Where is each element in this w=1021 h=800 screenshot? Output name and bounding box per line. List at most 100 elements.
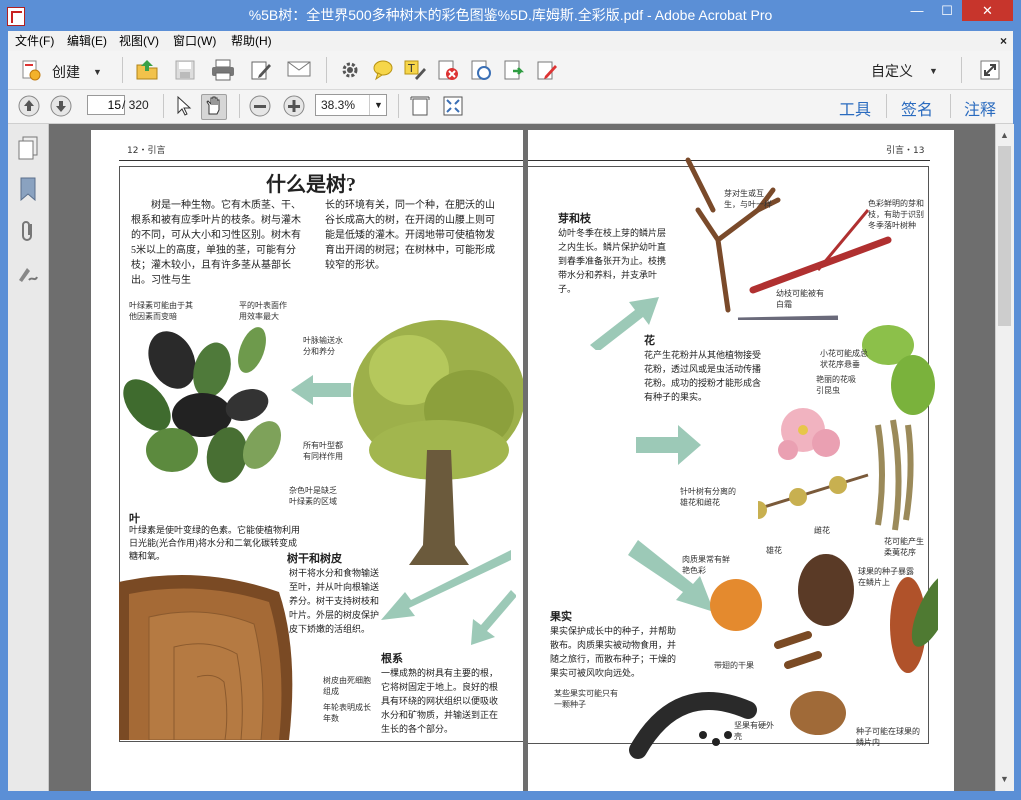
trunk-text: 树干将水分和食物输送至叶，并从叶向根输送养分。树干支持树枝和叶片。外层的树皮保护… xyxy=(289,568,380,634)
leaves-illustration xyxy=(123,327,281,483)
svg-text:T: T xyxy=(407,62,415,75)
flower-note-female: 雌花 xyxy=(814,526,830,535)
menu-window[interactable]: 窗口(W) xyxy=(173,31,216,51)
gear-icon[interactable] xyxy=(340,60,360,83)
scroll-down-icon[interactable]: ▼ xyxy=(1000,774,1009,784)
bud-note-bloom: 幼枝可能被有白霜 xyxy=(776,289,824,309)
zoom-out-icon[interactable] xyxy=(249,95,271,120)
fruit-note-cone-scales: 种子可能在球果的鳞片内 xyxy=(856,727,920,747)
expand-icon[interactable] xyxy=(980,60,1000,83)
intro-column-1: 树是一种生物。它有木质茎、干、根系和被有应季叶片的枝条。树与灌木的不同，可从大小… xyxy=(131,200,301,286)
hand-tool-icon[interactable] xyxy=(201,94,227,120)
flower-heading: 花 xyxy=(644,335,655,347)
document-close-button[interactable]: × xyxy=(1000,31,1007,51)
print-icon[interactable] xyxy=(211,59,235,84)
window-title: %5B树：全世界500多种树木的彩色图鉴%5D.库姆斯.全彩版.pdf - Ad… xyxy=(248,7,773,23)
full-screen-icon[interactable] xyxy=(442,95,464,120)
toolbar-separator xyxy=(961,57,962,83)
tools-pane-button[interactable]: 工具 xyxy=(839,96,871,120)
bark-cross-section xyxy=(119,574,293,740)
window-frame-bottom xyxy=(0,791,1021,800)
fruit-note-single-seed: 某些果实可能只有一颗种子 xyxy=(554,689,618,709)
left-page: 12・引言 什么是树? 树是一种生物。它有木质茎、干、根系和被有应季叶片的枝条。… xyxy=(91,130,525,791)
bark-note-dead-cells: 树皮由死细胞组成 xyxy=(323,676,371,696)
fruit-note-cone-seeds: 球果的种子暴露在鳞片上 xyxy=(858,567,914,587)
page-title: 什么是树? xyxy=(266,174,356,196)
create-dropdown-icon[interactable]: ▼ xyxy=(93,67,102,77)
menu-edit[interactable]: 编辑(E) xyxy=(67,31,107,51)
scrollbar-thumb[interactable] xyxy=(998,146,1011,326)
text-edit-icon[interactable]: T xyxy=(404,59,426,84)
scroll-up-icon[interactable]: ▲ xyxy=(1000,130,1009,140)
window-frame-right xyxy=(1013,31,1021,800)
navigation-toolbar: / 320 38.3% ▼ 工具 签名 注释 xyxy=(8,90,1013,124)
menu-file[interactable]: 文件(F) xyxy=(15,31,54,51)
arrow-to-leaves xyxy=(291,375,351,405)
tree-illustration xyxy=(353,320,523,565)
zoom-dropdown-icon[interactable]: ▼ xyxy=(369,95,387,115)
close-button[interactable]: ✕ xyxy=(962,0,1013,21)
attachments-icon[interactable] xyxy=(17,219,39,246)
toolbar-separator xyxy=(950,94,951,118)
maximize-button[interactable]: ☐ xyxy=(932,0,962,21)
menu-view[interactable]: 视图(V) xyxy=(119,31,159,51)
redact-icon[interactable] xyxy=(437,59,459,84)
bookmarks-icon[interactable] xyxy=(18,177,38,204)
comment-bubble-icon[interactable] xyxy=(372,59,394,84)
next-page-icon[interactable] xyxy=(50,95,72,120)
save-icon[interactable] xyxy=(174,59,196,84)
fruit-note-winged: 带翅的干果 xyxy=(714,661,754,670)
navigation-pane xyxy=(8,124,49,791)
customize-button[interactable]: 自定义 xyxy=(871,61,913,81)
fit-page-icon[interactable] xyxy=(409,95,431,120)
create-button[interactable]: 创建 xyxy=(52,62,80,82)
leaf-note-variegated: 杂色叶是缺乏叶绿素的区域 xyxy=(289,486,337,506)
edit-document-icon[interactable] xyxy=(250,59,272,84)
export-icon[interactable] xyxy=(503,59,525,84)
toolbar-separator xyxy=(326,57,327,83)
minimize-button[interactable]: — xyxy=(902,0,932,21)
bark-note-rings: 年轮表明成长年数 xyxy=(323,703,371,723)
toolbar-separator xyxy=(886,94,887,118)
roots-heading: 根系 xyxy=(381,653,403,665)
zoom-in-icon[interactable] xyxy=(283,95,305,120)
document-view[interactable]: 12・引言 什么是树? 树是一种生物。它有木质茎、干、根系和被有应季叶片的枝条。… xyxy=(49,124,995,791)
toolbar-separator xyxy=(239,94,240,118)
signatures-icon[interactable] xyxy=(17,262,39,289)
open-folder-icon[interactable] xyxy=(135,58,159,85)
bud-heading: 芽和枝 xyxy=(558,213,591,225)
fruit-note-nut: 坚果有硬外壳 xyxy=(734,721,774,741)
comment-pane-button[interactable]: 注释 xyxy=(964,96,996,120)
flower-note-pendant: 小花可能成总状花序悬垂 xyxy=(820,349,868,369)
leaf-text: 叶绿素是使叶变绿的色素。它能使植物利用日光能(光合作用)将水分和二氧化碳转变成糖… xyxy=(129,525,301,561)
flower-note-conifer: 针叶树有分离的雄花和雌花 xyxy=(680,487,736,507)
trunk-heading: 树干和树皮 xyxy=(287,553,342,565)
menu-bar: 文件(F) 编辑(E) 视图(V) 窗口(W) 帮助(H) × xyxy=(8,31,1013,51)
page-thumbnails-icon[interactable] xyxy=(17,136,39,163)
page-total-label: / 320 xyxy=(122,98,149,112)
select-cursor-icon[interactable] xyxy=(173,95,195,120)
customize-dropdown-icon[interactable]: ▼ xyxy=(929,66,938,76)
email-icon[interactable] xyxy=(287,60,311,81)
main-toolbar: 创建 ▼ T 自定义 ▼ xyxy=(8,51,1013,90)
fill-sign-icon[interactable] xyxy=(536,59,558,84)
leaf-note-chlorophyll: 叶绿素可能由于其他因素而变暗 xyxy=(129,301,193,321)
arrow-to-flowers xyxy=(636,425,701,465)
sign-pane-button[interactable]: 签名 xyxy=(901,96,933,120)
vertical-scrollbar[interactable]: ▲ ▼ xyxy=(995,124,1014,791)
page-number-input[interactable] xyxy=(87,95,125,115)
protect-icon[interactable] xyxy=(470,59,492,84)
window-frame-left xyxy=(0,31,8,800)
toolbar-separator xyxy=(163,94,164,118)
create-icon[interactable] xyxy=(20,59,42,81)
fruit-heading: 果实 xyxy=(550,611,572,623)
header-rule xyxy=(119,160,523,161)
bud-note-bright-twigs: 色彩鲜明的芽和枝，有助于识别冬季落叶树种 xyxy=(868,199,924,230)
previous-page-icon[interactable] xyxy=(18,95,40,120)
menu-help[interactable]: 帮助(H) xyxy=(231,31,272,51)
flower-note-showy: 艳丽的花吸引昆虫 xyxy=(816,375,856,395)
leaf-note-flat-surface: 平的叶表面作用效率最大 xyxy=(239,301,287,321)
toolbar-separator xyxy=(122,57,123,83)
zoom-value: 38.3% xyxy=(321,98,356,112)
zoom-select[interactable]: 38.3% ▼ xyxy=(315,94,387,116)
